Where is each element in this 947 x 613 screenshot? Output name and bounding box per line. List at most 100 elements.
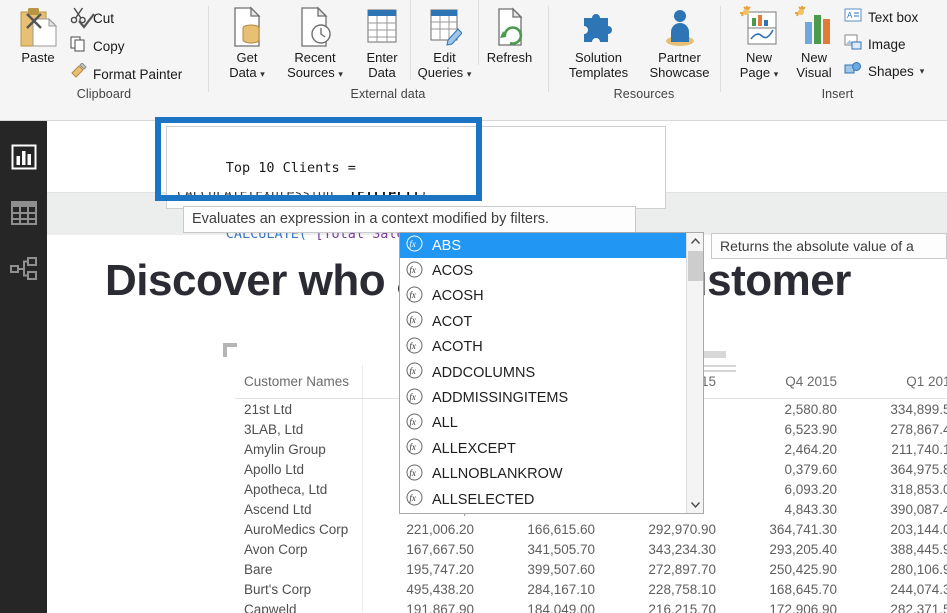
bar-chart-icon [11,144,37,175]
column-header[interactable]: Q4 2015 [725,370,846,399]
format-painter-button[interactable]: Format Painter [66,60,186,88]
enter-data-button[interactable]: Enter Data [354,0,410,80]
cell-customer: 21st Ltd [244,401,293,417]
cell-value: 343,234.30 [648,541,716,557]
image-label: Image [868,37,906,52]
visual-top-handle[interactable] [704,351,726,358]
table-row[interactable]: Avon Corp 167,667.50 341,505.70 343,234.30 2… [235,539,947,559]
formula-measure-name: Top 10 Clients = [225,160,356,176]
get-data-line2: Data [229,65,257,80]
table-row[interactable]: AuroMedics Corp 221,006.20 166,615.60 292,9… [235,519,947,539]
cell-value: 6,523.90 [784,421,837,437]
chevron-down-icon[interactable]: ▾ [920,67,925,76]
chevron-down-icon[interactable]: ▾ [338,69,343,79]
fx-icon: fx [406,337,423,358]
ribbon: Paste Cut Copy Format Painter Clipboard … [0,0,947,121]
column-header[interactable]: Customer Names [235,370,362,399]
cell-value: 341,505.70 [527,541,595,557]
svg-text:fx: fx [409,366,416,376]
edit-queries-button[interactable]: Edit Queries ▾ [410,0,478,80]
chevron-down-icon[interactable] [687,496,703,513]
list-item-label: ALLEXCEPT [432,440,516,457]
list-item[interactable]: fx ABS [400,233,688,259]
scrollbar-thumb[interactable] [688,251,703,281]
partner-showcase-button[interactable]: Partner Showcase [639,0,720,80]
recent-sources-icon [297,4,333,50]
svg-text:fx: fx [409,417,416,427]
new-visual-button[interactable]: New Visual [788,0,840,80]
cell-value: 272,897.70 [648,561,716,577]
cell-value: 2,580.80 [784,401,837,417]
cancel-formula-button[interactable] [22,8,46,34]
refresh-button[interactable]: Refresh [478,0,540,65]
copy-icon [70,35,87,57]
formula-bar-actions [22,8,98,34]
cell-value: 2,464.20 [784,441,837,457]
text-box-button[interactable]: A Text box [840,4,928,31]
ribbon-groups: Paste Cut Copy Format Painter Clipboard … [0,0,947,101]
chevron-down-icon[interactable]: ▾ [467,69,472,79]
fx-icon: fx [406,311,423,332]
edit-queries-icon [428,4,462,50]
list-item[interactable]: fx ACOT [400,309,688,334]
text-box-label: Text box [868,10,919,25]
table-row[interactable]: Capweld 191,867.90 184,049.00 216,215.70 172… [235,599,947,613]
ribbon-group-insert: New Page ▾ New Visual A Text box Image S… [720,0,935,101]
list-item-label: ACOTH [432,339,483,356]
table-row[interactable]: Burt's Corp 495,438.20 284,167.10 228,758.1… [235,579,947,599]
cell-value: 203,144.00 [890,521,947,537]
chevron-down-icon[interactable]: ▾ [774,69,779,79]
list-item[interactable]: fx ACOTH [400,335,688,360]
power-bi-desktop-window: Paste Cut Copy Format Painter Clipboard … [0,0,947,613]
checkmark-icon [78,13,95,29]
get-data-button[interactable]: Get Data ▾ [218,0,276,80]
solution-templates-line1: Solution [575,50,622,65]
list-item[interactable]: fx ALLEXCEPT [400,436,688,461]
format-painter-icon [70,62,87,85]
list-item[interactable]: fx ALL [400,411,688,436]
solution-templates-button[interactable]: Solution Templates [558,0,639,80]
new-page-button[interactable]: New Page ▾ [730,0,788,80]
enter-data-line2: Data [368,65,396,80]
sidebar-item-report-view[interactable] [0,131,47,187]
chevron-up-icon[interactable] [687,233,703,250]
accept-formula-button[interactable] [74,8,98,34]
solution-templates-icon [580,4,618,50]
list-item[interactable]: fx ACOSH [400,284,688,309]
refresh-icon [493,4,527,50]
list-item[interactable]: fx ACOS [400,258,688,283]
image-button[interactable]: Image [840,31,928,58]
list-item[interactable]: fx ADDCOLUMNS [400,360,688,385]
visual-resize-handle[interactable] [223,343,237,357]
copy-button[interactable]: Copy [66,32,186,60]
formula-line-1: Top 10 Clients = [177,135,665,201]
list-item[interactable]: fx ADDMISSINGITEMS [400,385,688,410]
intellisense-dropdown[interactable]: fx ABS fx ACOS fx ACOSH fx ACOT fx ACOTH… [399,232,704,514]
shapes-button[interactable]: Shapes ▾ [840,58,928,85]
list-item[interactable]: fx ALLNOBLANKROW [400,462,688,487]
paste-label: Paste [21,50,55,65]
fx-icon: fx [406,438,423,459]
list-item[interactable]: fx ALLSELECTED [400,487,688,512]
fx-icon: fx [406,388,423,409]
cell-value: 228,758.10 [648,581,716,597]
sidebar-item-data-view[interactable] [0,187,47,243]
table-row[interactable]: Bare 195,747.20 399,507.60 272,897.70 250,42… [235,559,947,579]
fx-icon: fx [406,261,423,282]
cell-value: 284,167.10 [527,581,595,597]
recent-sources-line1: Recent [294,50,336,65]
sidebar-item-model-view[interactable] [0,243,47,299]
cell-value: 282,371.50 [890,601,947,613]
cell-value: 495,438.20 [406,581,474,597]
dax-formula-editor[interactable]: Top 10 Clients = CALCULATE( [Total Sales… [166,126,666,242]
cell-value: 168,645.70 [769,581,837,597]
recent-sources-button[interactable]: Recent Sources ▾ [276,0,354,80]
cell-value: 4,843.30 [784,501,837,517]
intellisense-description: Returns the absolute value of a [711,233,947,259]
get-data-line1: Get [236,50,258,65]
cell-customer: Burt's Corp [244,581,312,597]
cell-value: 184,049.00 [527,601,595,613]
dropdown-scrollbar[interactable] [686,233,703,513]
chevron-down-icon[interactable]: ▾ [260,69,265,79]
column-header[interactable]: Q1 2016 [846,370,947,399]
